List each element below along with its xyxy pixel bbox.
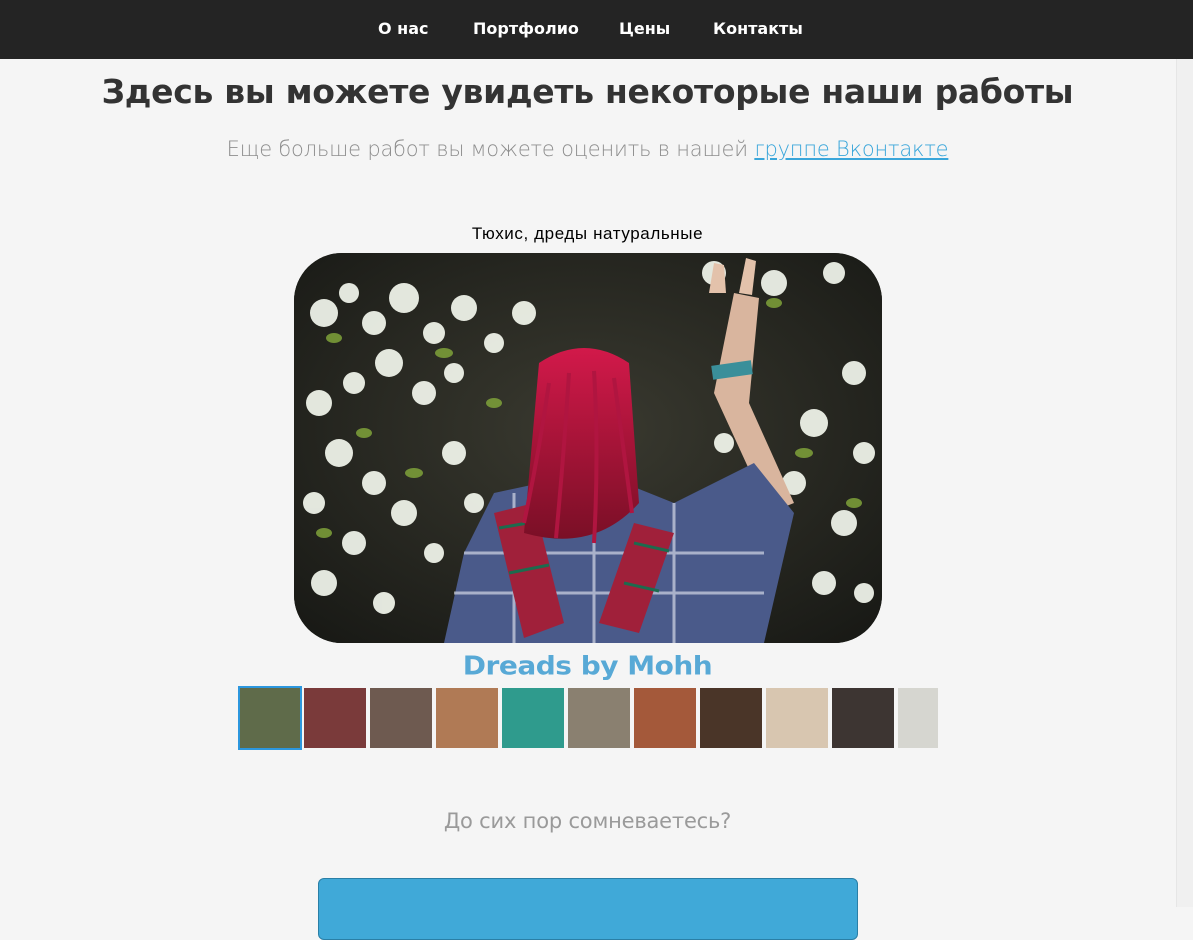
photo-caption: Тюхис, дреды натуральные (471, 224, 704, 243)
thumbnail[interactable] (436, 688, 498, 748)
main-photo-image (294, 253, 882, 643)
thumbnail[interactable] (238, 686, 302, 750)
subtitle-text: Еще больше работ вы можете оценить в наш… (226, 137, 755, 161)
thumbnail[interactable] (634, 688, 696, 748)
doubt-question: До сих пор сомневаетесь? (443, 809, 732, 833)
thumbnail[interactable] (700, 688, 762, 748)
vk-group-link[interactable]: группе Вконтакте (754, 137, 948, 161)
watermark-logo: Dreads by Mohh (462, 650, 713, 681)
nav-item-prices[interactable]: Цены (619, 0, 670, 59)
thumbnail[interactable] (370, 688, 432, 748)
nav-item-contacts[interactable]: Контакты (713, 0, 803, 59)
thumbnail[interactable] (898, 688, 938, 748)
thumbnail[interactable] (502, 688, 564, 748)
thumbnail-strip (238, 686, 938, 750)
thumbnail[interactable] (832, 688, 894, 748)
nav-item-portfolio[interactable]: Портфолио (473, 0, 579, 59)
nav-item-about[interactable]: О нас (378, 0, 429, 59)
main-photo[interactable] (294, 253, 882, 643)
thumbnail[interactable] (568, 688, 630, 748)
thumbnail[interactable] (766, 688, 828, 748)
cta-button[interactable] (318, 878, 858, 940)
thumbnail[interactable] (304, 688, 366, 748)
page-subtitle: Еще больше работ вы можете оценить в наш… (0, 133, 1175, 165)
page-title: Здесь вы можете увидеть некоторые наши р… (101, 72, 1074, 111)
scrollbar[interactable] (1176, 59, 1193, 907)
top-nav: О нас Портфолио Цены Контакты (0, 0, 1193, 59)
